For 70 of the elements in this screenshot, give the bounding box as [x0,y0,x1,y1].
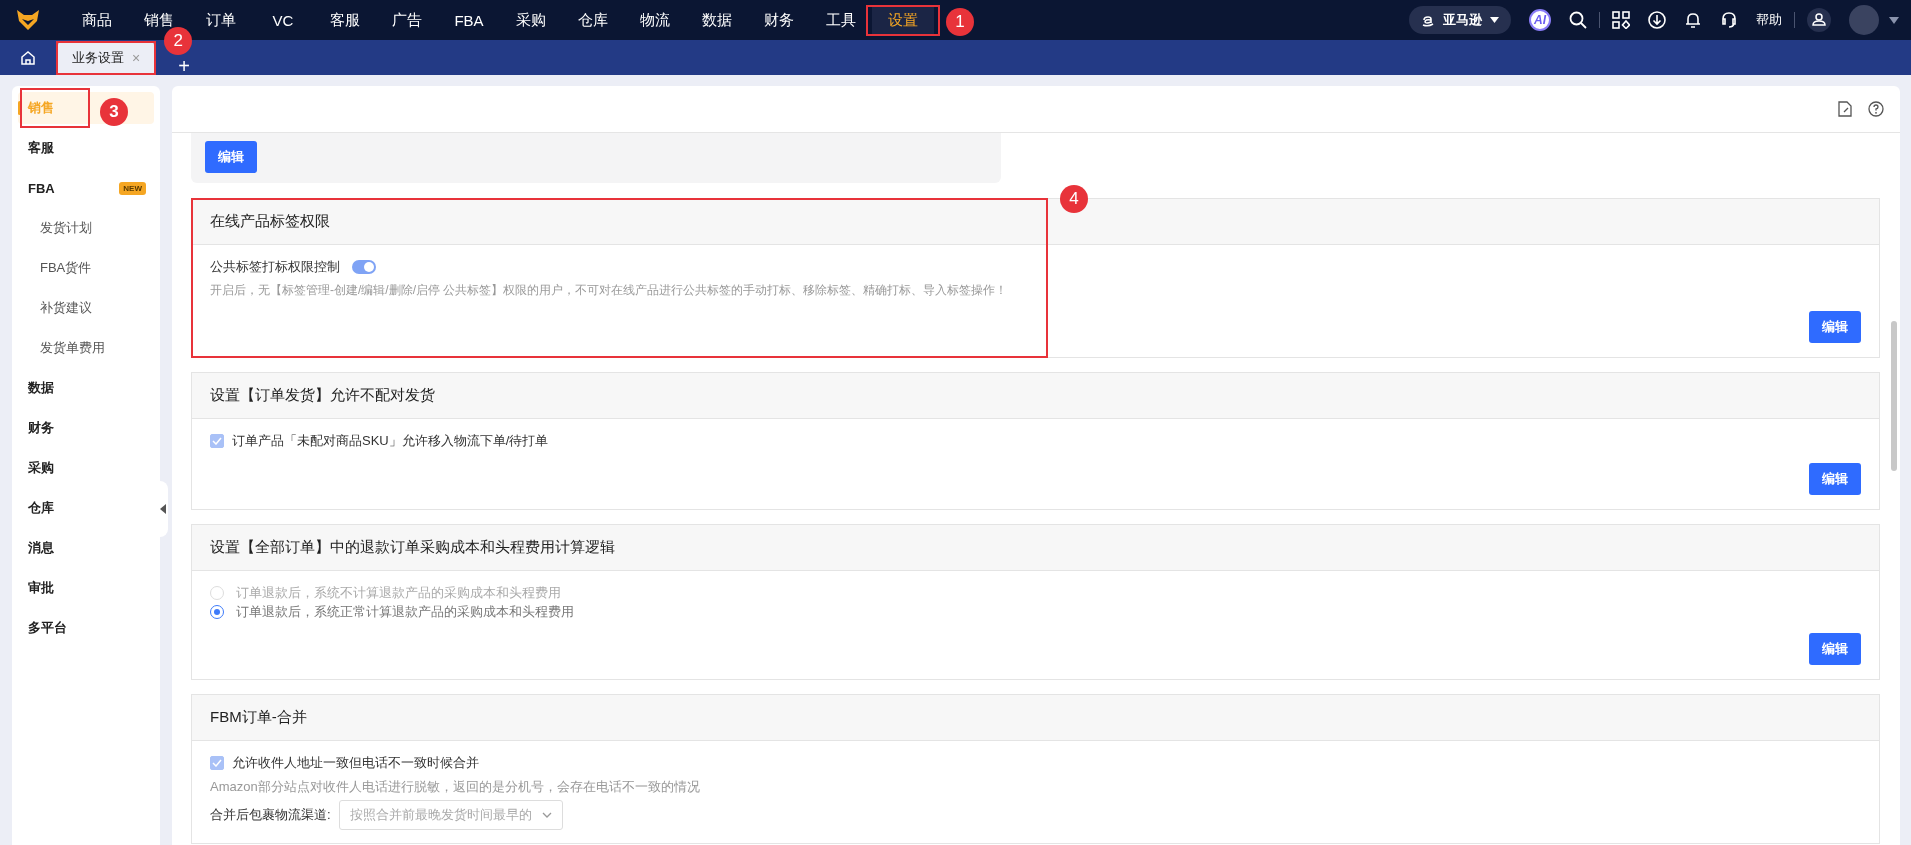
nav-item[interactable]: 商品 [66,6,128,34]
sidebar-item[interactable]: 数据 [18,372,154,404]
annotation-badge: 4 [1060,185,1088,213]
nav-item[interactable]: 客服 [314,6,376,34]
sidebar-item[interactable]: 采购 [18,452,154,484]
edit-button[interactable]: 编辑 [205,141,257,173]
radio-label: 订单退款后，系统不计算退款产品的采购成本和头程费用 [236,583,561,602]
nav-item[interactable]: 广告 [376,6,438,34]
edit-button[interactable]: 编辑 [1809,463,1861,495]
description-text: 开启后，无【标签管理-创建/编辑/删除/启停 公共标签】权限的用户，不可对在线产品进行公共标签的手动打标、移除标签、精确打标、导入标签操作！ [210,282,1009,299]
sidebar-item[interactable]: FBA NEW [18,172,154,204]
sidebar-item[interactable]: 财务 [18,412,154,444]
sidebar-item[interactable]: 补货建议 [18,292,154,324]
caret-icon [1490,17,1499,23]
nav-item[interactable]: 仓库 [562,6,624,34]
nav-item[interactable]: FBA [438,7,500,33]
nav-item[interactable]: 采购 [500,6,562,34]
sidebar-item[interactable]: 多平台 [18,612,154,644]
checkbox-label: 允许收件人地址一致但电话不一致时候合并 [232,754,479,772]
marketplace-selector[interactable]: 亚马逊 [1409,6,1511,34]
annotation-box [20,88,90,128]
help-icon[interactable] [1868,101,1884,117]
sidebar-item[interactable]: 客服 [18,132,154,164]
edit-button[interactable]: 编辑 [1809,311,1861,343]
nav-item[interactable]: 工具 [810,6,872,34]
section-title: 设置【全部订单】中的退款订单采购成本和头程费用计算逻辑 [210,538,615,557]
fox-logo-icon[interactable] [16,9,40,31]
nav-item[interactable]: 订单 [190,6,252,34]
document-icon[interactable] [1838,101,1852,117]
section-title: 设置【订单发货】允许不配对发货 [210,386,435,405]
download-icon[interactable] [1648,11,1666,29]
chevron-down-icon [541,812,552,818]
help-link[interactable]: 帮助 [1756,11,1782,29]
add-tab-button[interactable]: + [178,60,190,72]
checkbox[interactable] [210,434,224,448]
nav-item[interactable]: VC [252,7,314,33]
section-title: 在线产品标签权限 [210,212,330,231]
section-title: FBM订单-合并 [210,708,307,727]
nav-item[interactable]: 物流 [624,6,686,34]
headset-icon[interactable] [1720,11,1738,29]
annotation-badge: 2 [164,27,193,55]
scrollbar-thumb[interactable] [1891,321,1897,471]
sidebar-item[interactable]: 消息 [18,532,154,564]
edit-button[interactable]: 编辑 [1809,633,1861,665]
sidebar-item[interactable]: 发货计划 [18,212,154,244]
nav-item[interactable]: 数据 [686,6,748,34]
checkbox-label: 订单产品「未配对商品SKU」允许移入物流下单/待打单 [232,432,549,450]
caret-icon[interactable] [1889,16,1899,24]
new-badge: NEW [119,181,146,195]
sidebar-item[interactable]: 审批 [18,572,154,604]
ai-button[interactable]: AI [1529,9,1551,31]
field-label: 合并后包裹物流渠道: [210,806,331,824]
annotation-badge: 3 [100,98,128,126]
sidebar-item[interactable]: 发货单费用 [18,332,154,364]
search-icon[interactable] [1569,11,1587,29]
grid-icon[interactable] [1612,11,1630,29]
amazon-icon [1421,13,1435,27]
collapse-handle[interactable] [158,481,168,537]
nav-item[interactable]: 财务 [748,6,810,34]
nav-item[interactable]: 设置 [872,6,934,34]
annotation-badge: 1 [946,7,974,36]
user-icon[interactable] [1807,8,1831,32]
home-icon[interactable] [20,49,36,66]
radio-label: 订单退款后，系统正常计算退款产品的采购成本和头程费用 [236,602,574,621]
checkbox[interactable] [210,756,224,770]
toggle-switch[interactable] [352,260,376,274]
sidebar-item[interactable]: 仓库 [18,492,154,524]
toggle-label: 公共标签打标权限控制 [210,258,340,276]
sidebar-item[interactable]: FBA货件 [18,252,154,284]
bell-icon[interactable] [1684,11,1702,29]
